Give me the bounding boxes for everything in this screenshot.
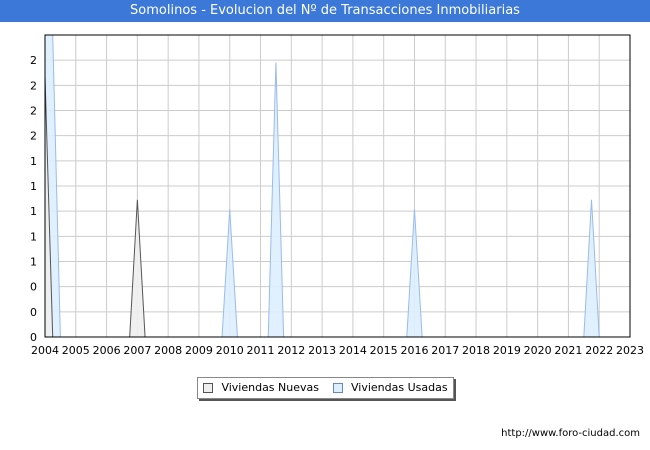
y-tick-label: 1 (30, 256, 37, 269)
y-tick-label: 1 (30, 155, 37, 168)
y-tick-label: 1 (30, 205, 37, 218)
x-tick-label: 2018 (462, 344, 490, 357)
x-tick-label: 2004 (31, 344, 59, 357)
x-tick-label: 2011 (247, 344, 275, 357)
x-tick-label: 2016 (400, 344, 428, 357)
x-axis: 2004 2005 2006 2007 2008 2009 2010 2011 2012 2013… (31, 344, 644, 357)
legend-label-usadas: Viviendas Usadas (350, 381, 448, 394)
y-tick-label: 1 (30, 180, 37, 193)
y-tick-label: 0 (30, 331, 37, 344)
y-tick-label: 2 (30, 54, 37, 67)
legend-item-nuevas: Viviendas Nuevas (203, 378, 319, 398)
x-tick-label: 2014 (339, 344, 367, 357)
x-tick-label: 2022 (585, 344, 613, 357)
x-tick-label: 2007 (123, 344, 151, 357)
legend: Viviendas Nuevas Viviendas Usadas (197, 377, 454, 399)
x-tick-label: 2015 (370, 344, 398, 357)
y-tick-label: 2 (30, 130, 37, 143)
y-tick-label: 2 (30, 79, 37, 92)
x-tick-label: 2006 (93, 344, 121, 357)
x-tick-label: 2008 (154, 344, 182, 357)
legend-item-usadas: Viviendas Usadas (332, 378, 448, 398)
x-tick-label: 2019 (493, 344, 521, 357)
x-tick-label: 2021 (554, 344, 582, 357)
x-tick-label: 2009 (185, 344, 213, 357)
legend-swatch-nuevas (203, 383, 214, 393)
legend-label-nuevas: Viviendas Nuevas (221, 381, 319, 394)
x-tick-label: 2012 (277, 344, 305, 357)
y-tick-label: 2 (30, 105, 37, 118)
x-tick-label: 2010 (216, 344, 244, 357)
series-nuevas-area (44, 76, 146, 338)
y-tick-label: 0 (30, 306, 37, 319)
legend-swatch-usadas (332, 383, 343, 393)
x-tick-label: 2023 (616, 344, 644, 357)
y-axis: 0 0 0 1 1 1 1 1 2 2 2 2 (30, 54, 37, 344)
x-tick-label: 2017 (431, 344, 459, 357)
y-tick-label: 0 (30, 281, 37, 294)
y-tick-label: 1 (30, 230, 37, 243)
x-tick-label: 2020 (524, 344, 552, 357)
x-tick-label: 2013 (308, 344, 336, 357)
source-url: http://www.foro-ciudad.com (501, 428, 640, 439)
x-tick-label: 2005 (62, 344, 90, 357)
